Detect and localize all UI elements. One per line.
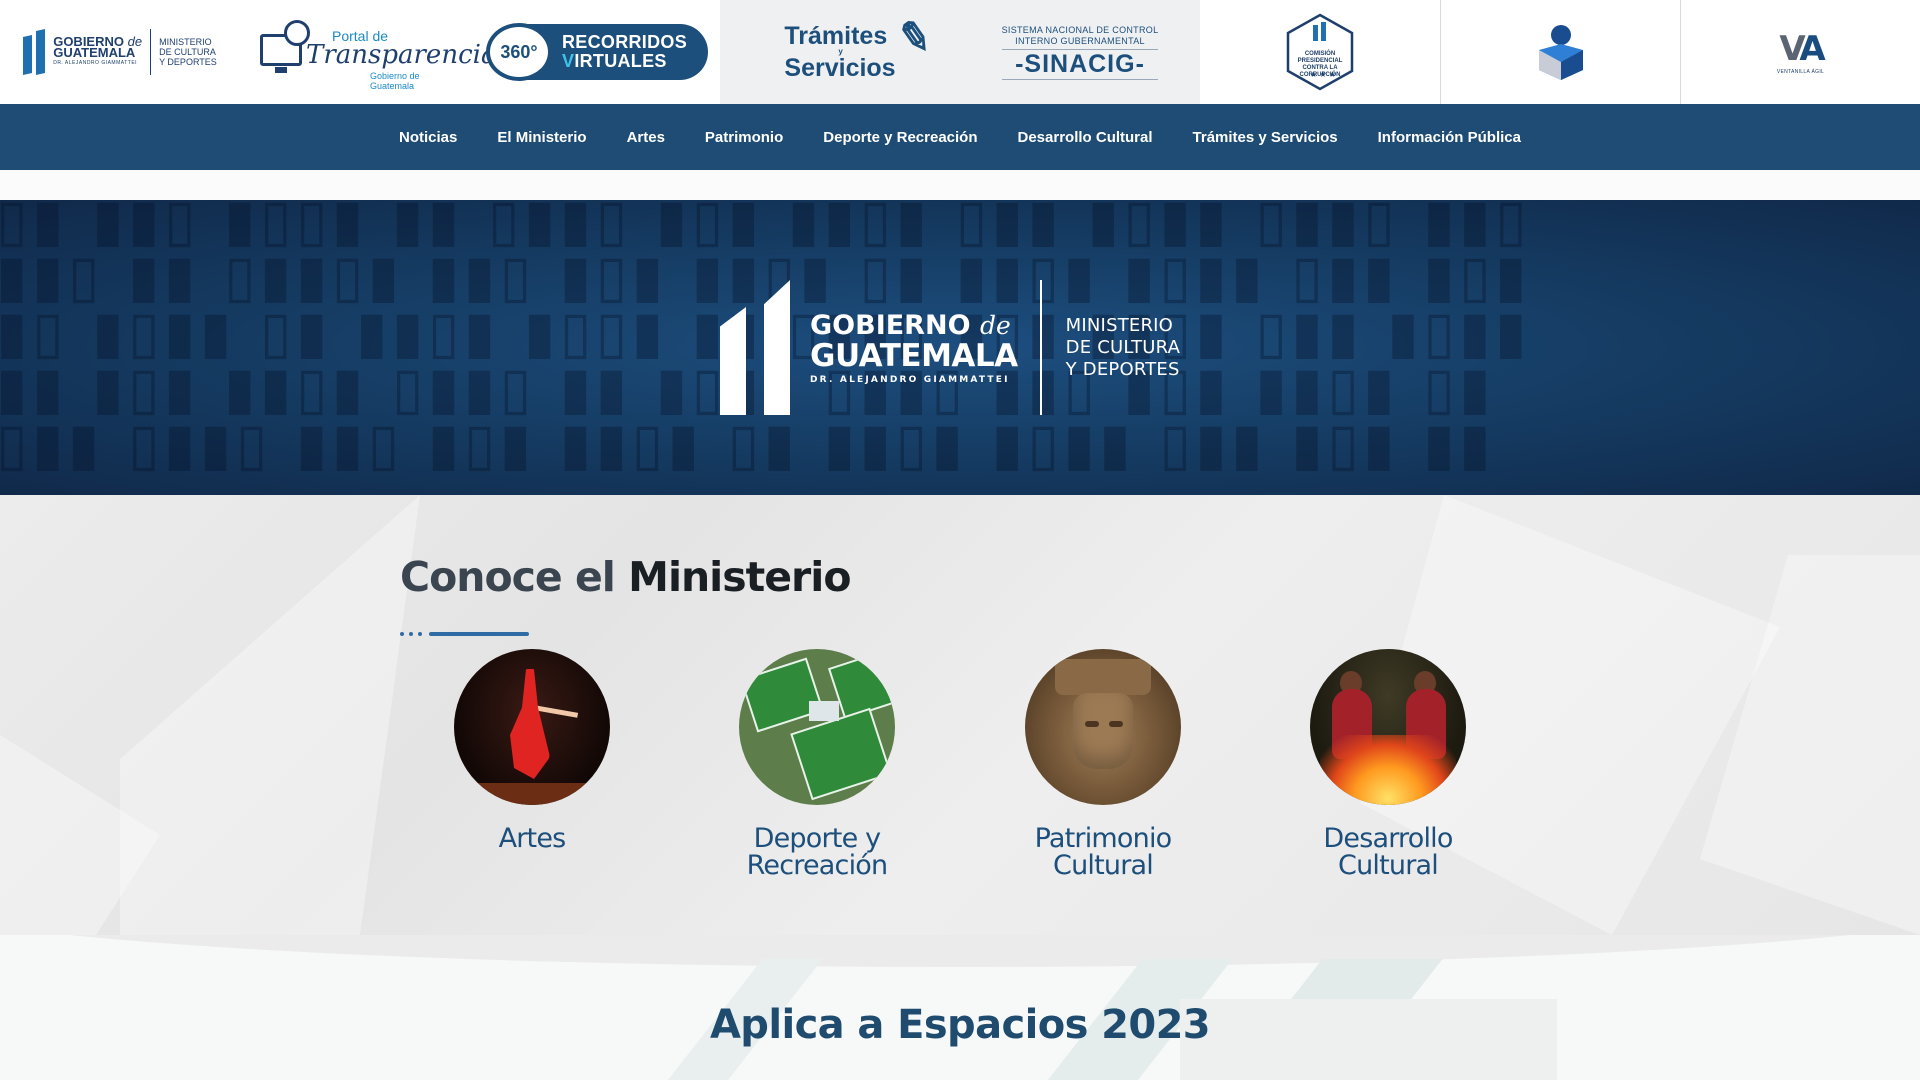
- cube-logo-icon: [1538, 25, 1583, 80]
- corrupcion-badge-icon: ★ ★ ★ COMISIÓN PRESIDENCIAL CONTRA LA CO…: [1282, 13, 1358, 91]
- gobierno-ministerio-logo[interactable]: GOBIERNO de GUATEMALA DR. ALEJANDRO GIAM…: [0, 0, 240, 104]
- patrimonio-image[interactable]: [1025, 649, 1181, 805]
- nav-desarrollo-cultural[interactable]: Desarrollo Cultural: [1018, 129, 1153, 146]
- gobierno-bars-icon: [720, 280, 790, 415]
- nav-deporte-recreacion[interactable]: Deporte y Recreación: [823, 129, 977, 146]
- card-label[interactable]: Patrimonio Cultural: [993, 825, 1213, 879]
- 360-icon: 360°: [486, 23, 552, 81]
- nav-informacion-publica[interactable]: Información Pública: [1378, 129, 1521, 146]
- comision-corrupcion-link[interactable]: ★ ★ ★ COMISIÓN PRESIDENCIAL CONTRA LA CO…: [1200, 0, 1440, 104]
- card-artes[interactable]: Artes: [422, 649, 642, 852]
- ventanilla-agil-link[interactable]: VA VENTANILLA ÁGIL: [1680, 0, 1920, 104]
- card-deporte-recreacion[interactable]: Deporte y Recreación: [707, 649, 927, 879]
- tramites-servicios-link[interactable]: Trámites y Servicios ✎: [720, 0, 960, 104]
- nav-artes[interactable]: Artes: [627, 129, 665, 146]
- gobierno-bars-icon: [23, 29, 46, 75]
- ventanilla-logo-icon: VA: [1779, 29, 1825, 69]
- aplica-title: Aplica a Espacios 2023: [709, 1002, 1211, 1048]
- card-patrimonio-cultural[interactable]: Patrimonio Cultural: [993, 649, 1213, 879]
- artes-image[interactable]: [454, 649, 610, 805]
- recorridos-virtuales-link[interactable]: 360° RECORRIDOS VIRTUALES: [480, 0, 720, 104]
- nav-tramites-servicios[interactable]: Trámites y Servicios: [1193, 129, 1338, 146]
- section-title: Conoce el Ministerio: [400, 553, 852, 601]
- card-label[interactable]: Artes: [422, 825, 642, 852]
- hero-gobierno-logo: GOBIERNO de GUATEMALA DR. ALEJANDRO GIAM…: [720, 280, 1210, 415]
- pen-icon: ✎: [894, 13, 936, 63]
- nav-patrimonio[interactable]: Patrimonio: [705, 129, 783, 146]
- card-label[interactable]: Desarrollo Cultural: [1278, 825, 1498, 879]
- hero-banner: ▮▯▮ ▮▮▯ ▮▯▯▮ ▮▮ ▯▮▮▯ ▮▯▮ ▮▮▯▮ ▯▮▮ ▮▯▮▮ ▯…: [0, 200, 1920, 495]
- desarrollo-image[interactable]: [1310, 649, 1466, 805]
- top-logo-bar: GOBIERNO de GUATEMALA DR. ALEJANDRO GIAM…: [0, 0, 1920, 104]
- aplica-section: Aplica a Espacios 2023: [0, 935, 1920, 1080]
- conoce-section: Conoce el Ministerio Artes Deporte y Rec…: [0, 495, 1920, 935]
- nav-spacer: [0, 170, 1920, 200]
- card-desarrollo-cultural[interactable]: Desarrollo Cultural: [1278, 649, 1498, 879]
- sinacig-link[interactable]: SISTEMA NACIONAL DE CONTROL INTERNO GUBE…: [960, 0, 1200, 104]
- nav-el-ministerio[interactable]: El Ministerio: [497, 129, 586, 146]
- portal-transparencia-link[interactable]: Portal de Transparencia Gobierno de Guat…: [240, 0, 496, 104]
- card-label[interactable]: Deporte y Recreación: [707, 825, 927, 879]
- title-underline: [400, 625, 529, 643]
- main-nav: Noticias El Ministerio Artes Patrimonio …: [0, 104, 1920, 170]
- cube-logo-link[interactable]: [1440, 0, 1680, 104]
- nav-noticias[interactable]: Noticias: [399, 129, 457, 146]
- deporte-image[interactable]: [739, 649, 895, 805]
